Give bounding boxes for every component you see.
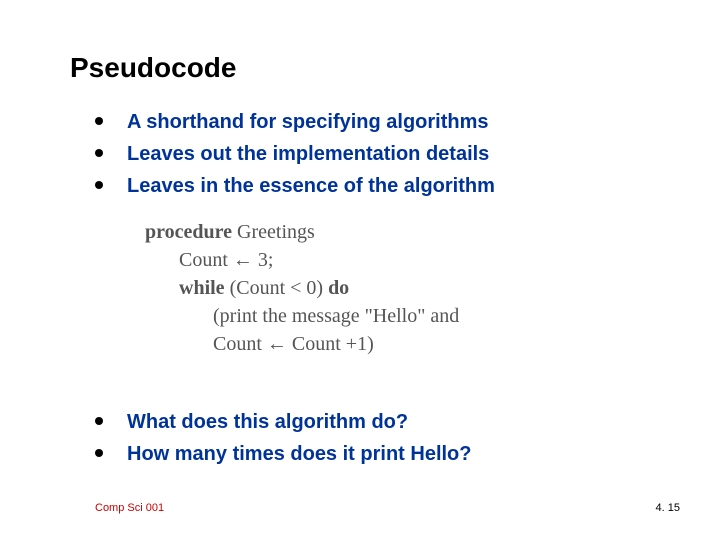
code-text: Count ← 3; (179, 249, 273, 271)
bullet-text: A shorthand for specifying algorithms (127, 108, 489, 136)
bullet-text: Leaves out the implementation details (127, 140, 489, 168)
bullet-text: Leaves in the essence of the algorithm (127, 172, 495, 200)
code-text: Greetings (232, 221, 315, 243)
list-item: Leaves in the essence of the algorithm (95, 172, 635, 200)
code-text: (print the message "Hello" and (213, 305, 459, 327)
list-item: A shorthand for specifying algorithms (95, 108, 635, 136)
bullet-text: How many times does it print Hello? (127, 440, 472, 468)
bullet-icon (95, 417, 103, 425)
list-item: What does this algorithm do? (95, 408, 635, 436)
bullet-icon (95, 449, 103, 457)
bullet-list-bottom: What does this algorithm do? How many ti… (95, 408, 635, 472)
bullet-list-top: A shorthand for specifying algorithms Le… (95, 108, 635, 204)
keyword: do (328, 277, 349, 299)
pseudocode-block: procedure Greetings Count ← 3; while (Co… (145, 218, 575, 358)
bullet-icon (95, 149, 103, 157)
code-line: Count ← Count +1) (145, 330, 575, 358)
footer-course: Comp Sci 001 (95, 502, 164, 514)
code-line: Count ← 3; (145, 246, 575, 274)
code-line: (print the message "Hello" and (145, 302, 575, 330)
keyword: while (179, 277, 225, 299)
slide: Pseudocode A shorthand for specifying al… (0, 0, 720, 540)
list-item: Leaves out the implementation details (95, 140, 635, 168)
bullet-icon (95, 181, 103, 189)
footer-page-number: 4. 15 (656, 502, 680, 514)
code-text: Count ← Count +1) (213, 333, 374, 355)
slide-title: Pseudocode (70, 52, 236, 84)
bullet-text: What does this algorithm do? (127, 408, 408, 436)
code-line: procedure Greetings (145, 218, 575, 246)
bullet-icon (95, 117, 103, 125)
keyword: procedure (145, 221, 232, 243)
code-line: while (Count < 0) do (145, 274, 575, 302)
code-text: (Count < 0) (225, 277, 329, 299)
list-item: How many times does it print Hello? (95, 440, 635, 468)
